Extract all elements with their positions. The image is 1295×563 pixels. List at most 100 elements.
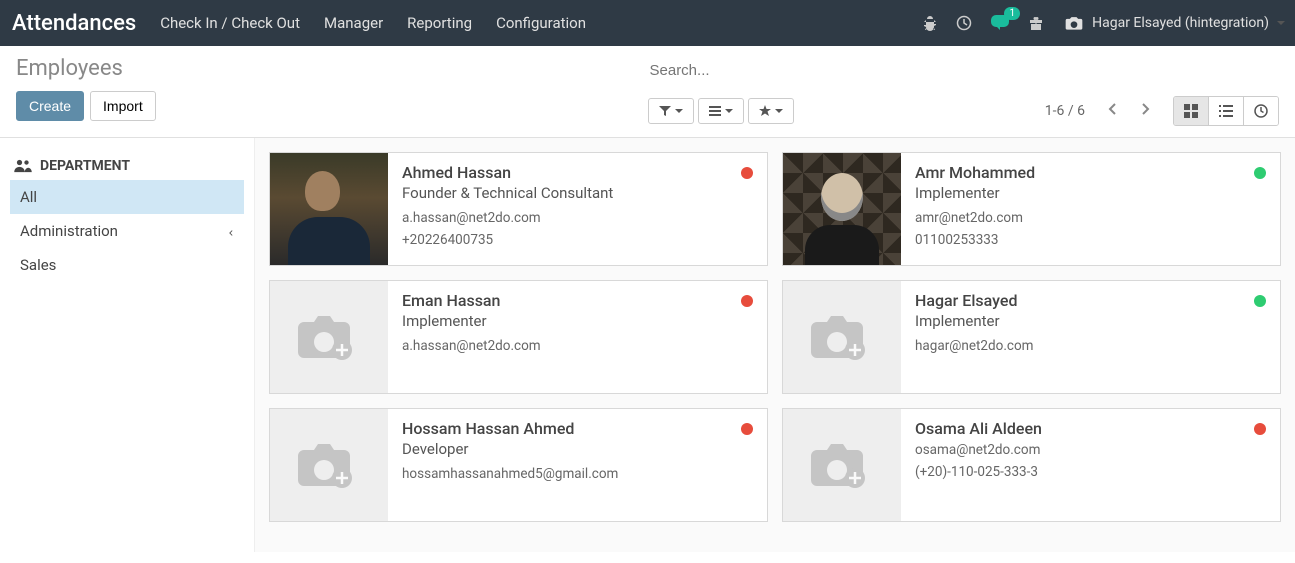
employee-name: Amr Mohammed [915, 163, 1266, 182]
employee-title: Implementer [915, 312, 1266, 330]
sidebar: DEPARTMENT All Administration Sales [0, 138, 255, 552]
card-body: Ahmed Hassan Founder & Technical Consulta… [388, 153, 767, 265]
chat-icon[interactable]: 1 [990, 13, 1010, 33]
card-body: Osama Ali Aldeen osama@net2do.com(+20)-11… [901, 409, 1280, 521]
caret-down-icon [725, 109, 733, 113]
list-icon [709, 105, 721, 117]
employee-email: osama@net2do.com [915, 440, 1266, 462]
sidebar-item-label: Administration [20, 222, 118, 240]
employee-name: Osama Ali Aldeen [915, 419, 1266, 438]
employee-email: a.hassan@net2do.com [402, 208, 753, 230]
employee-name: Ahmed Hassan [402, 163, 753, 182]
users-icon [14, 159, 32, 173]
employee-photo [270, 409, 388, 521]
employee-phone: 01100253333 [915, 230, 1266, 252]
control-panel: Employees Create Import [0, 46, 1295, 138]
employee-card[interactable]: Hossam Hassan Ahmed Developer hossamhassan… [269, 408, 768, 522]
kanban-icon [1184, 104, 1198, 118]
status-dot[interactable] [1254, 167, 1266, 179]
star-icon [759, 105, 771, 117]
employee-photo [270, 281, 388, 393]
chat-badge: 1 [1004, 7, 1020, 20]
view-activity[interactable] [1244, 97, 1278, 125]
sidebar-item-all[interactable]: All [10, 180, 244, 214]
import-button[interactable]: Import [90, 91, 156, 121]
employee-title: Founder & Technical Consultant [402, 184, 753, 202]
card-body: Hossam Hassan Ahmed Developer hossamhassan… [388, 409, 767, 521]
nav-link-manager[interactable]: Manager [312, 1, 395, 45]
favorites-button[interactable] [748, 98, 794, 124]
chevron-left-icon [228, 222, 234, 240]
employee-title: Implementer [402, 312, 753, 330]
clock-icon [1254, 104, 1268, 118]
employee-card[interactable]: Eman Hassan Implementer a.hassan@net2do.co… [269, 280, 768, 394]
employee-photo [783, 409, 901, 521]
clock-icon[interactable] [956, 15, 972, 31]
sidebar-header-label: DEPARTMENT [40, 158, 130, 174]
status-dot[interactable] [741, 423, 753, 435]
search-input[interactable] [648, 56, 1280, 86]
pager-count[interactable]: 1-6 / 6 [1045, 103, 1085, 119]
nav-link-reporting[interactable]: Reporting [395, 1, 484, 45]
card-body: Hagar Elsayed Implementer hagar@net2do.com [901, 281, 1280, 393]
app-brand[interactable]: Attendances [10, 11, 148, 36]
card-body: Eman Hassan Implementer a.hassan@net2do.co… [388, 281, 767, 393]
status-dot[interactable] [741, 295, 753, 307]
create-button[interactable]: Create [16, 91, 84, 121]
filters-button[interactable] [648, 98, 694, 124]
employee-email: amr@net2do.com [915, 208, 1266, 230]
nav-link-checkin[interactable]: Check In / Check Out [148, 1, 312, 45]
user-menu[interactable]: Hagar Elsayed (hintegration) [1054, 13, 1285, 33]
view-kanban[interactable] [1174, 97, 1209, 125]
gift-icon[interactable] [1028, 15, 1044, 31]
caret-down-icon [675, 109, 683, 113]
employee-phone: +20226400735 [402, 230, 753, 252]
employee-phone: (+20)-110-025-333-3 [915, 462, 1266, 484]
employee-photo [783, 281, 901, 393]
groupby-button[interactable] [698, 98, 744, 124]
sidebar-item-label: All [20, 188, 37, 206]
employee-title: Developer [402, 440, 753, 458]
employee-name: Hossam Hassan Ahmed [402, 419, 753, 438]
filter-icon [659, 105, 671, 117]
status-dot[interactable] [1254, 423, 1266, 435]
employee-card[interactable]: Amr Mohammed Implementer amr@net2do.com011… [782, 152, 1281, 266]
status-dot[interactable] [1254, 295, 1266, 307]
sidebar-item-sales[interactable]: Sales [10, 248, 244, 282]
employee-email: a.hassan@net2do.com [402, 336, 753, 358]
chevron-left-icon [1107, 103, 1119, 115]
employee-title: Implementer [915, 184, 1266, 202]
sidebar-header: DEPARTMENT [10, 152, 244, 180]
kanban-area: Ahmed Hassan Founder & Technical Consulta… [255, 138, 1295, 552]
nav-icons: 1 [922, 13, 1054, 33]
employee-card[interactable]: Osama Ali Aldeen osama@net2do.com(+20)-11… [782, 408, 1281, 522]
view-list[interactable] [1209, 97, 1244, 125]
card-body: Amr Mohammed Implementer amr@net2do.com011… [901, 153, 1280, 265]
employee-email: hossamhassanahmed5@gmail.com [402, 464, 753, 486]
breadcrumb: Employees [16, 56, 648, 81]
pager-next[interactable] [1129, 97, 1161, 125]
employee-card[interactable]: Ahmed Hassan Founder & Technical Consulta… [269, 152, 768, 266]
nav-links: Check In / Check Out Manager Reporting C… [148, 1, 598, 45]
bug-icon[interactable] [922, 15, 938, 31]
pager-prev[interactable] [1097, 97, 1129, 125]
sidebar-item-label: Sales [20, 256, 56, 274]
user-name: Hagar Elsayed (hintegration) [1092, 15, 1269, 31]
employee-name: Hagar Elsayed [915, 291, 1266, 310]
sidebar-item-administration[interactable]: Administration [10, 214, 244, 248]
caret-down-icon [775, 109, 783, 113]
main: DEPARTMENT All Administration Sales Ahmed … [0, 138, 1295, 552]
employee-email: hagar@net2do.com [915, 336, 1266, 358]
employee-photo [270, 153, 388, 265]
nav-link-configuration[interactable]: Configuration [484, 1, 598, 45]
camera-icon [1064, 13, 1084, 33]
employee-photo [783, 153, 901, 265]
navbar: Attendances Check In / Check Out Manager… [0, 0, 1295, 46]
caret-down-icon [1277, 21, 1285, 25]
status-dot[interactable] [741, 167, 753, 179]
list-icon [1219, 104, 1233, 118]
view-switcher [1173, 96, 1279, 126]
chevron-right-icon [1139, 103, 1151, 115]
employee-card[interactable]: Hagar Elsayed Implementer hagar@net2do.com [782, 280, 1281, 394]
employee-name: Eman Hassan [402, 291, 753, 310]
